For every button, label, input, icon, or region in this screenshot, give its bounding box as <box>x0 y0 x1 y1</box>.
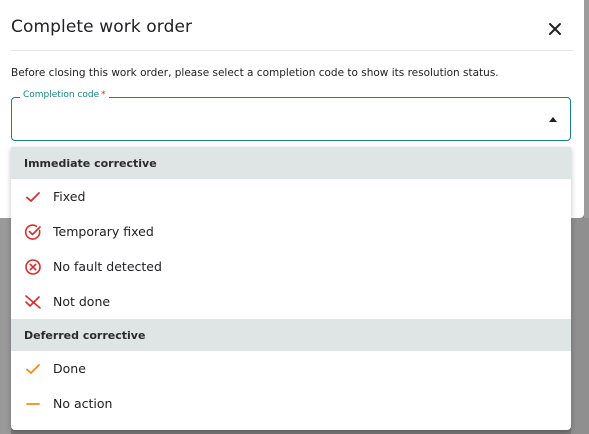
crossed-check-icon <box>24 293 42 311</box>
title-divider <box>11 50 573 51</box>
option-no-fault-detected[interactable]: No fault detected <box>11 249 571 284</box>
option-label: No fault detected <box>53 259 162 274</box>
option-label: Fixed <box>53 189 86 204</box>
backdrop-strip-left <box>0 218 11 434</box>
option-label: Temporary fixed <box>53 224 154 239</box>
dialog-title: Complete work order <box>11 17 193 37</box>
completion-code-select[interactable]: Completion code * <box>11 90 571 141</box>
circle-check-icon <box>24 223 42 241</box>
option-not-done[interactable]: Not done <box>11 284 571 319</box>
check-icon <box>24 360 42 378</box>
close-icon <box>549 23 561 35</box>
circle-x-icon <box>24 258 42 276</box>
completion-code-dropdown: Immediate corrective Fixed Temporary fix… <box>11 147 571 430</box>
option-label: Done <box>53 361 86 376</box>
dialog-description: Before closing this work order, please s… <box>11 67 499 79</box>
option-label: Not done <box>53 294 111 309</box>
option-label: No action <box>53 396 113 411</box>
caret-up-icon[interactable] <box>549 117 557 122</box>
group-header-immediate: Immediate corrective <box>11 147 571 179</box>
completion-code-label: Completion code * <box>20 90 109 100</box>
group-header-deferred: Deferred corrective <box>11 319 571 351</box>
option-fixed[interactable]: Fixed <box>11 179 571 214</box>
option-done[interactable]: Done <box>11 351 571 386</box>
check-icon <box>24 188 42 206</box>
close-button[interactable] <box>544 18 566 40</box>
dash-icon <box>24 395 42 413</box>
field-label-text: Completion code <box>23 90 100 100</box>
required-asterisk: * <box>101 90 106 100</box>
option-temporary-fixed[interactable]: Temporary fixed <box>11 214 571 249</box>
option-no-action[interactable]: No action <box>11 386 571 421</box>
backdrop-strip-top-right <box>584 0 589 218</box>
backdrop-strip-right <box>571 218 589 434</box>
